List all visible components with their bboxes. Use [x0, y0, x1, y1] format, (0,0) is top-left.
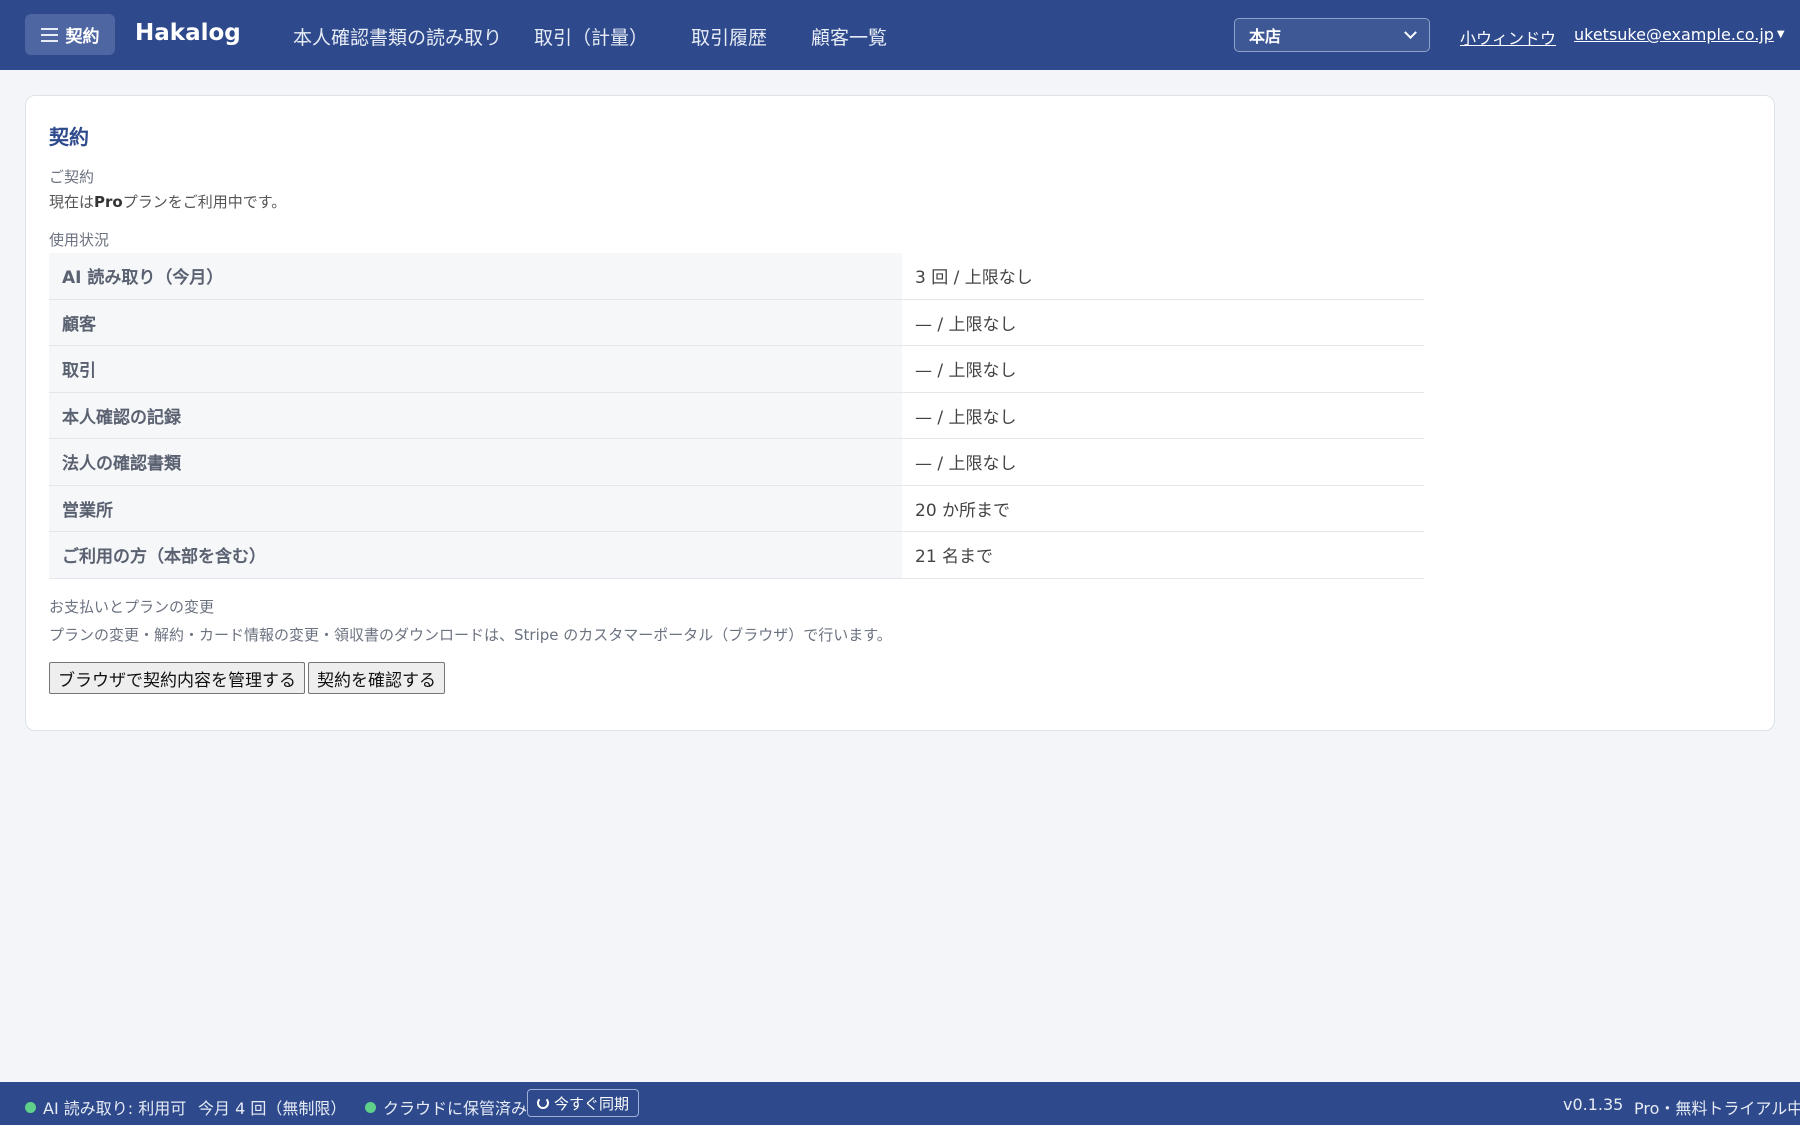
chevron-down-icon: [1404, 25, 1417, 39]
usage-section-label: 使用状況: [49, 231, 110, 249]
menu-button[interactable]: 契約: [25, 14, 115, 55]
table-row: 顧客 — / 上限なし: [49, 299, 1424, 346]
ai-status: AI 読み取り: 利用可: [25, 1095, 186, 1119]
contract-card: 契約 ご契約 現在はProプランをご利用中です。 使用状況 AI 読み取り（今月…: [25, 95, 1775, 731]
usage-value: 21 名まで: [915, 547, 994, 568]
table-row: AI 読み取り（今月） 3 回 / 上限なし: [49, 253, 1424, 300]
usage-value: 3 回 / 上限なし: [915, 268, 1033, 289]
plan-prefix: 現在は: [49, 193, 95, 211]
refresh-icon: [536, 1097, 549, 1109]
contract-section-label: ご契約: [49, 168, 95, 186]
usage-key: 営業所: [49, 485, 902, 531]
cloud-status: クラウドに保管済み: [365, 1095, 527, 1119]
table-row: ご利用の方（本部を含む） 21 名まで: [49, 532, 1424, 579]
table-row: 営業所 20 か所まで: [49, 485, 1424, 532]
user-email: uketsuke@example.co.jp: [1574, 25, 1774, 44]
app-version: v0.1.35: [1563, 1095, 1623, 1114]
sync-button-label: 今すぐ同期: [553, 1094, 629, 1113]
monthly-usage: 今月 4 回（無制限）: [198, 1095, 346, 1119]
confirm-contract-button[interactable]: 契約を確認する: [308, 662, 445, 694]
user-menu[interactable]: uketsuke@example.co.jp ▼: [1574, 25, 1785, 44]
plan-name: Pro: [94, 193, 123, 211]
payment-section-label: お支払いとプランの変更: [49, 598, 215, 616]
manage-contract-button[interactable]: ブラウザで契約内容を管理する: [49, 662, 305, 694]
nav-transaction-weighing[interactable]: 取引（計量）: [534, 23, 648, 50]
plan-status: Pro・無料トライアル中: [1634, 1095, 1800, 1119]
plan-suffix: プランをご利用中です。: [122, 193, 287, 211]
usage-key: ご利用の方（本部を含む）: [49, 532, 902, 578]
brand-logo: Hakalog: [135, 20, 241, 46]
usage-value: — / 上限なし: [915, 454, 1017, 475]
usage-value: — / 上限なし: [915, 407, 1017, 428]
ai-status-text: AI 読み取り: 利用可: [43, 1099, 187, 1118]
usage-key: AI 読み取り（今月）: [49, 253, 902, 299]
nav-id-document-reading[interactable]: 本人確認書類の読み取り: [293, 23, 502, 50]
status-dot-icon: [25, 1101, 36, 1113]
payment-description: プランの変更・解約・カード情報の変更・領収書のダウンロードは、Stripe のカ…: [49, 626, 892, 644]
small-window-link[interactable]: 小ウィンドウ: [1460, 25, 1556, 49]
usage-value: — / 上限なし: [915, 361, 1017, 382]
monthly-usage-text: 今月 4 回（無制限）: [198, 1099, 347, 1118]
usage-key: 顧客: [49, 299, 902, 345]
usage-table: AI 読み取り（今月） 3 回 / 上限なし 顧客 — / 上限なし 取引 — …: [49, 253, 1424, 579]
store-select-value: 本店: [1249, 27, 1282, 46]
table-row: 法人の確認書類 — / 上限なし: [49, 439, 1424, 486]
sync-now-button[interactable]: 今すぐ同期: [527, 1089, 639, 1117]
table-row: 本人確認の記録 — / 上限なし: [49, 392, 1424, 439]
nav-transaction-history[interactable]: 取引履歴: [691, 23, 767, 50]
top-navigation-bar: 契約 Hakalog 本人確認書類の読み取り 取引（計量） 取引履歴 顧客一覧 …: [0, 0, 1800, 70]
plan-status-text: 現在はProプランをご利用中です。: [49, 191, 286, 212]
table-row: 取引 — / 上限なし: [49, 346, 1424, 393]
cloud-status-text: クラウドに保管済み: [383, 1099, 528, 1118]
nav-customer-list[interactable]: 顧客一覧: [811, 23, 887, 50]
menu-button-label: 契約: [65, 27, 100, 47]
plan-status-text: Pro・無料トライアル中: [1634, 1099, 1800, 1118]
usage-value: — / 上限なし: [915, 314, 1017, 335]
hamburger-icon: [40, 27, 58, 42]
usage-value: 20 か所まで: [915, 500, 1011, 521]
status-bar: AI 読み取り: 利用可 今月 4 回（無制限） クラウドに保管済み 今すぐ同期…: [0, 1082, 1800, 1125]
caret-down-icon: ▼: [1776, 29, 1785, 40]
usage-key: 法人の確認書類: [49, 439, 902, 485]
usage-key: 取引: [49, 346, 902, 392]
usage-key: 本人確認の記録: [49, 392, 902, 438]
version-text: v0.1.35: [1563, 1095, 1624, 1114]
status-dot-icon: [365, 1101, 376, 1113]
store-select[interactable]: 本店: [1234, 18, 1430, 52]
page-title: 契約: [49, 125, 89, 149]
